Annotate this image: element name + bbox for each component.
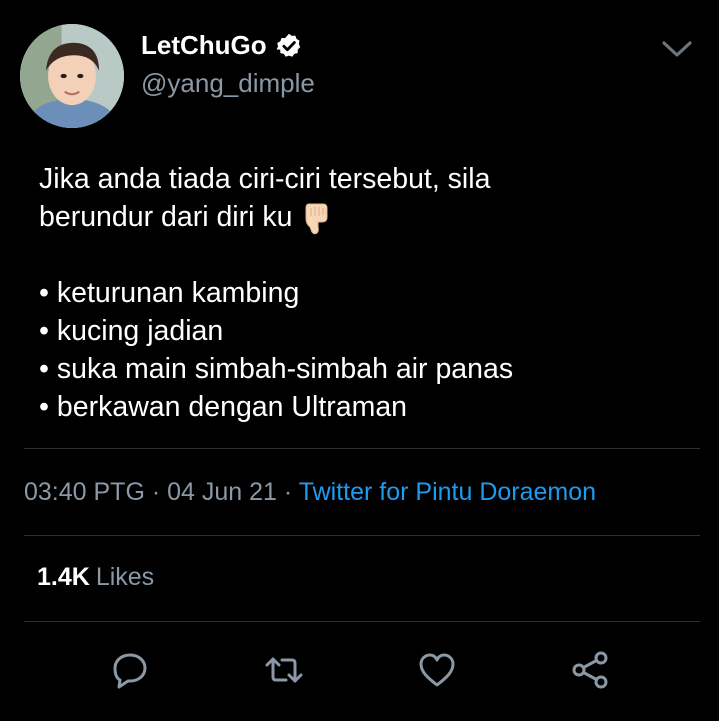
likes-count: 1.4K [37,563,90,591]
divider [24,535,700,536]
divider [24,448,700,449]
retweet-icon [265,657,303,683]
tweet-text: Jika anda tiada ciri-ciri tersebut, sila… [39,160,689,426]
tweet-line-1: Jika anda tiada ciri-ciri tersebut, sila [39,163,491,195]
name-row: LetChuGo [141,30,303,61]
bullet-item: • keturunan kambing [39,277,300,310]
likes-stat[interactable]: 1.4K Likes [37,563,154,592]
tweet-date[interactable]: 04 Jun 21 [167,478,277,506]
meta-separator: · [276,478,299,506]
bullet-item: • berkawan dengan Ultraman [39,391,408,424]
bullet-list: • keturunan kambing • kucing jadian • su… [39,274,689,426]
tweet-line-2: berundur dari diri ku [39,198,689,236]
verified-badge-icon [275,32,303,60]
bullet-item: • suka main simbah-simbah air panas [39,353,514,386]
heart-icon [419,653,455,687]
avatar-image [20,24,124,128]
likes-label: Likes [95,563,155,591]
tweet-source-link[interactable]: Twitter for Pintu Doraemon [299,478,596,506]
tweet-card: LetChuGo @yang_dimple Jika anda tiada ci… [0,0,719,721]
action-bar [0,646,719,702]
tweet-line-2-text: berundur dari diri ku [39,201,293,233]
reply-button[interactable] [106,646,154,694]
display-name[interactable]: LetChuGo [141,30,267,61]
share-button[interactable] [566,646,614,694]
chevron-down-icon[interactable] [660,38,694,60]
tweet-meta: 03:40 PTG · 04 Jun 21 · Twitter for Pint… [24,478,596,507]
meta-separator: · [144,478,168,506]
avatar[interactable] [20,24,124,128]
tweet-time[interactable]: 03:40 PTG [24,478,145,506]
user-handle[interactable]: @yang_dimple [141,68,315,99]
share-icon [572,651,608,689]
pointing-down-emoji-icon [300,200,332,236]
like-button[interactable] [413,646,461,694]
bullet-item: • kucing jadian [39,315,224,348]
retweet-button[interactable] [260,646,308,694]
divider [24,621,700,622]
reply-icon [113,653,147,689]
